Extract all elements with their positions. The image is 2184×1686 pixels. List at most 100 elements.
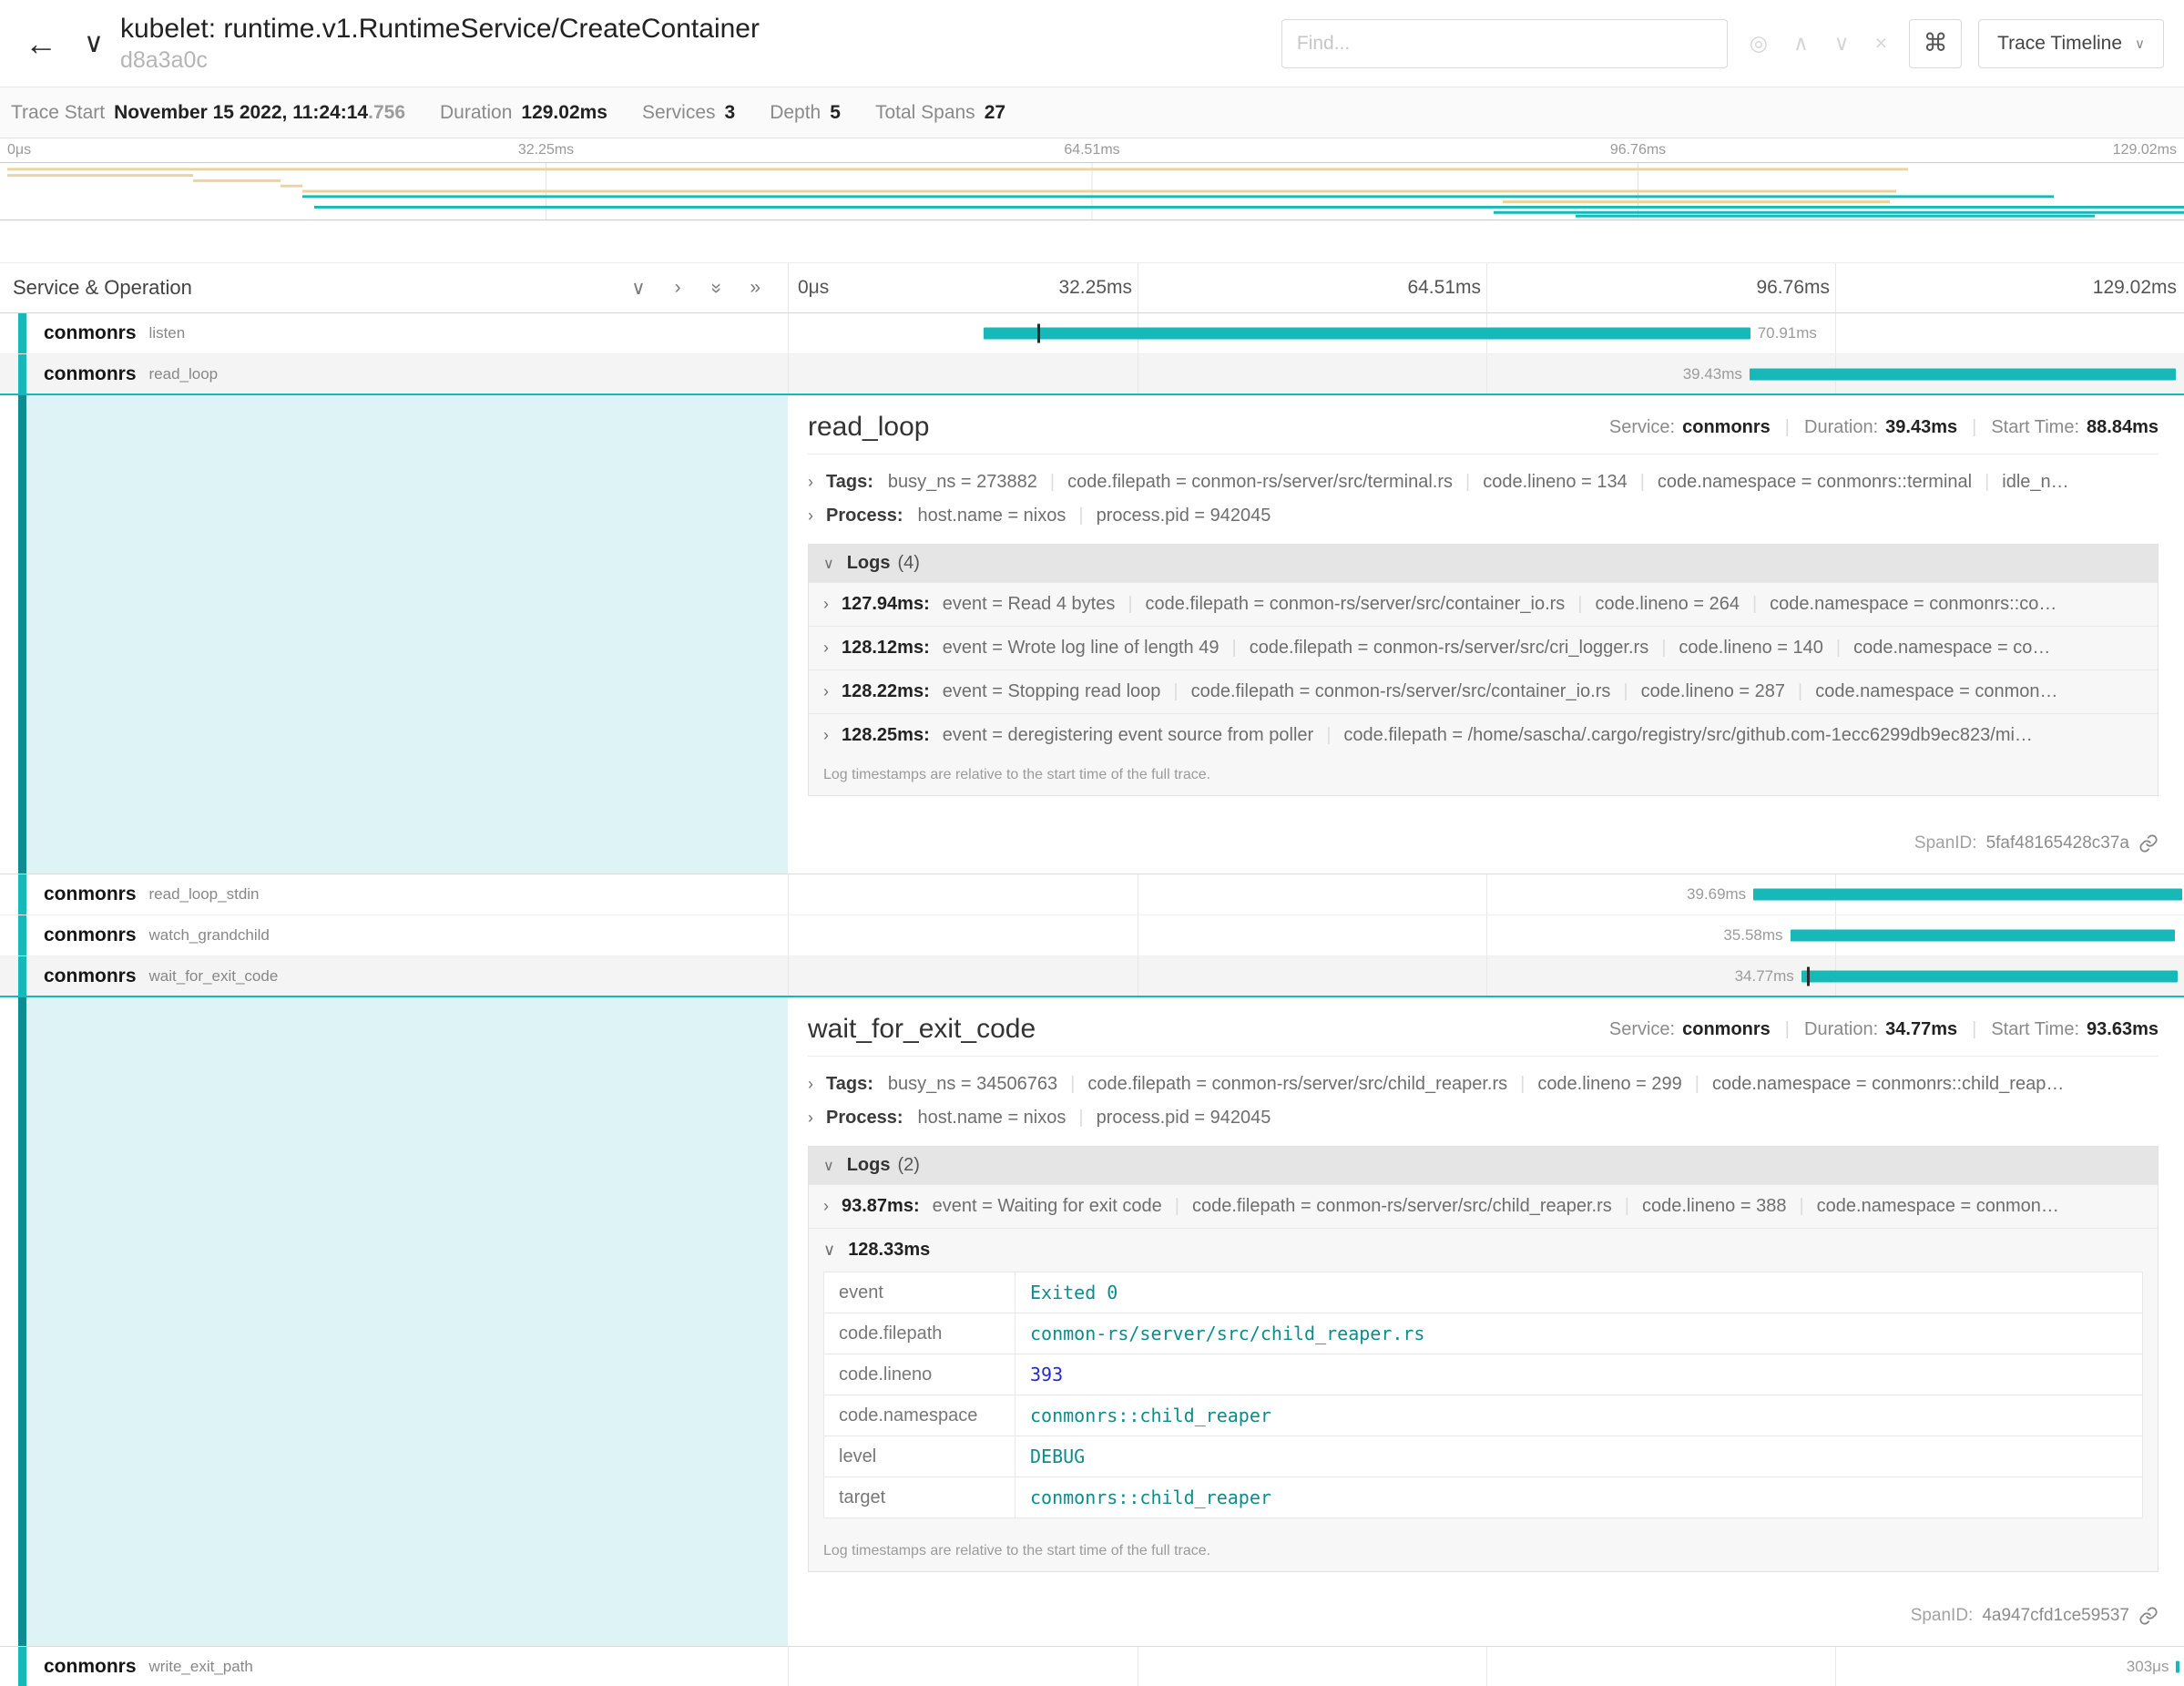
gridline [1486,1647,1487,1686]
logs-block: ∨ Logs (4) › 127.94ms: event = Read 4 by… [808,544,2158,796]
process-chip: process.pid = 942045 [1066,506,1271,526]
span-color-indicator [18,874,26,915]
collapse-one-icon[interactable]: ∨ [631,277,645,300]
trace-view-selector[interactable]: Trace Timeline ∨ [1978,19,2164,68]
span-duration-label: 39.43ms [1683,365,1742,383]
tags-row[interactable]: › Tags: busy_ns = 34506763code.filepath … [808,1074,2158,1095]
log-field-chip: code.filepath = conmon-rs/server/src/cri… [1219,638,1648,658]
copy-link-icon[interactable] [2138,833,2158,853]
tag-chip: code.lineno = 299 [1507,1074,1682,1094]
span-service: conmonrs [44,363,137,385]
timeline-minimap[interactable] [0,162,2184,220]
log-entry[interactable]: › 93.87ms: event = Waiting for exit code… [809,1184,2158,1228]
summary-item: Services 3 [642,102,735,124]
tags-label: Tags: [826,472,873,493]
detail-meta-item: Start Time:93.63ms [1957,1019,2158,1040]
span-color-indicator [18,915,26,955]
logs-header[interactable]: ∨ Logs (4) [809,545,2158,582]
minimap-gap [0,220,2184,262]
span-row-read-loop-stdin[interactable]: conmonrs read_loop_stdin 39.69ms [0,874,2184,915]
chevron-down-icon: ∨ [823,555,834,573]
span-row-write-exit-path[interactable]: conmonrs write_exit_path 303μs [0,1647,2184,1686]
log-fields: event = deregistering event source from … [943,725,2143,746]
span-service: conmonrs [44,322,137,344]
span-bar[interactable] [1801,970,2178,982]
span-duration-label: 39.69ms [1687,885,1746,904]
summary-item: Total Spans 27 [875,102,1005,124]
tag-chip: busy_ns = 273882 [888,472,1037,492]
span-rows: conmonrs listen 70.91ms conmonrs read_lo… [0,313,2184,1686]
log-entry[interactable]: › 128.25ms: event = deregistering event … [809,713,2158,757]
log-entry[interactable]: › 127.94ms: event = Read 4 bytescode.fil… [809,582,2158,626]
prev-result-icon[interactable]: ∧ [1793,31,1809,56]
expand-all-icon[interactable]: » [750,277,760,300]
expand-collapse-controls: ∨ › » » [631,277,760,300]
log-fields: event = Read 4 bytescode.filepath = conm… [943,594,2143,615]
find-input[interactable] [1281,19,1728,68]
span-bar[interactable] [2176,1661,2179,1673]
command-icon: ⌘ [1924,29,1948,57]
minimap-tick: 129.02ms [2113,142,2177,158]
span-timeline-cell: 39.43ms [788,354,2184,393]
log-entry-expanded-header[interactable]: ∨ 128.33ms [823,1240,2143,1261]
logs-label: Logs [847,1155,891,1176]
log-fields: event = Waiting for exit codecode.filepa… [933,1196,2143,1217]
span-id-row: SpanID: 5faf48165428c37a [808,819,2158,853]
process-label: Process: [826,506,903,526]
field-value: DEBUG [1015,1436,2143,1477]
jaeger-trace-page: ← ∨ kubelet: runtime.v1.RuntimeService/C… [0,0,2184,1686]
detail-meta: Service:conmonrs Duration:34.77ms Start … [1609,1019,2158,1040]
span-bar[interactable] [1791,930,2175,942]
span-bar[interactable] [1753,889,2182,901]
clear-search-icon[interactable]: × [1875,31,1887,56]
span-duration-label: 303μs [2127,1658,2169,1676]
timeline-tick: 64.51ms [1407,277,1481,299]
trace-header-collapse-icon[interactable]: ∨ [84,27,104,59]
collapse-all-icon[interactable]: » [704,282,727,293]
timeline-header: 0μs 32.25ms 64.51ms 96.76ms 129.02ms [788,263,2184,312]
gridline [1835,263,1836,312]
tags-row[interactable]: › Tags: busy_ns = 273882code.filepath = … [808,472,2158,493]
log-entry[interactable]: › 128.12ms: event = Wrote log line of le… [809,626,2158,669]
span-row-watch-grandchild[interactable]: conmonrs watch_grandchild 35.58ms [0,915,2184,956]
log-field-chip: event = Stopping read loop [943,681,1161,701]
summary-value: 129.02ms [521,102,607,124]
span-bar[interactable] [1750,368,2176,380]
process-row[interactable]: › Process: host.name = nixosprocess.pid … [808,506,2158,526]
logs-note: Log timestamps are relative to the start… [809,1533,2158,1571]
span-id-value: 4a947cfd1ce59537 [1982,1606,2129,1626]
process-row[interactable]: › Process: host.name = nixosprocess.pid … [808,1108,2158,1129]
log-entry[interactable]: › 128.22ms: event = Stopping read loopco… [809,669,2158,713]
span-timeline-cell: 34.77ms [788,956,2184,996]
summary-label: Trace Start [11,102,105,124]
top-bar: ← ∨ kubelet: runtime.v1.RuntimeService/C… [0,0,2184,87]
service-operation-title: Service & Operation [13,276,631,300]
tag-chip: busy_ns = 34506763 [888,1074,1057,1094]
log-fields: event = Wrote log line of length 49code.… [943,638,2143,659]
copy-link-icon[interactable] [2138,1606,2158,1626]
detail-meta: Service:conmonrs Duration:39.43ms Start … [1609,417,2158,438]
gridline [1835,313,1836,353]
span-color-indicator [18,1647,26,1686]
chevron-right-icon: › [808,1109,813,1128]
chevron-down-icon: ∨ [2135,36,2145,52]
log-time: 128.25ms: [842,725,930,746]
detail-title: wait_for_exit_code [808,1014,1036,1045]
logs-note: Log timestamps are relative to the start… [809,757,2158,795]
logs-header[interactable]: ∨ Logs (2) [809,1147,2158,1184]
keyboard-shortcuts-button[interactable]: ⌘ [1909,19,1962,68]
span-detail-read-loop: read_loop Service:conmonrs Duration:39.4… [0,395,2184,874]
span-row-read-loop[interactable]: conmonrs read_loop 39.43ms [0,354,2184,395]
field-key: target [824,1477,1015,1518]
trace-summary-bar: Trace Start November 15 2022, 11:24:14.7… [0,87,2184,138]
span-bar[interactable] [984,328,1750,340]
next-result-icon[interactable]: ∨ [1834,31,1850,56]
span-row-wait-for-exit-code[interactable]: conmonrs wait_for_exit_code 34.77ms [0,956,2184,997]
expand-one-icon[interactable]: › [675,277,681,300]
field-key: code.lineno [824,1354,1015,1395]
locate-icon[interactable]: ◎ [1750,31,1768,56]
tags-list: busy_ns = 273882code.filepath = conmon-r… [888,472,2158,493]
detail-header: read_loop Service:conmonrs Duration:39.4… [808,412,2158,455]
back-icon[interactable]: ← [20,25,62,63]
span-row-listen[interactable]: conmonrs listen 70.91ms [0,313,2184,354]
